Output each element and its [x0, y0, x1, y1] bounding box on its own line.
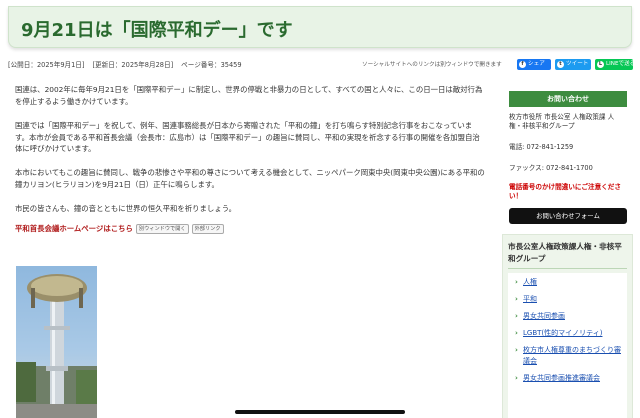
paragraph-citizens-pray: 市民の皆さんも、鐘の音とともに世界の恒久平和を祈りましょう。 [15, 204, 237, 213]
facebook-share-label: シェア [528, 61, 545, 67]
contact-heading: お問い合わせ [509, 91, 627, 107]
line-icon: L [597, 61, 604, 68]
facebook-share-button[interactable]: f シェア [517, 59, 551, 70]
social-link-note: ソーシャルサイトへのリンクは別ウィンドウで開きます [362, 62, 502, 68]
home-indicator[interactable] [235, 410, 405, 414]
carillon-illustration [16, 274, 97, 418]
updated-date: [更新日：2025年8月28日] [92, 61, 174, 69]
group-link-gender-equality[interactable]: 男女共同参画 [515, 311, 623, 322]
contact-box: お問い合わせ 枚方市役所 市長公室 人権政策課 人権・非核平和グループ 電話: … [509, 91, 627, 224]
facebook-icon: f [519, 61, 526, 68]
mayors-for-peace-link-row: 平和首長会議ホームページはこちら 別ウィンドウで開く 外部リンク [15, 223, 224, 235]
group-heading: 市長公室人権政策課人権・非核平和グループ [508, 241, 627, 269]
paragraph-un-peace-day: 国連は、2002年に毎年9月21日を「国際平和デー」に制定し、世界の停戦と非暴力… [15, 85, 483, 106]
contact-form-button[interactable]: お問い合わせフォーム [509, 208, 627, 224]
group-link-peace[interactable]: 平和 [515, 294, 623, 305]
page-title-bar: 9月21日は「国際平和デー」です [8, 6, 632, 48]
new-window-tag: 別ウィンドウで開く [135, 224, 189, 234]
line-share-button[interactable]: L LINEで送る [595, 59, 636, 70]
page-meta: [公開日：2025年9月1日] [更新日：2025年8月28日] ページ番号：354… [8, 59, 636, 73]
group-link-human-rights[interactable]: 人権 [515, 277, 623, 288]
group-link-human-rights-council[interactable]: 枚方市人権尊重のまちづくり審議会 [515, 345, 623, 367]
contact-department: 枚方市役所 市長公室 人権政策課 人権・非核平和グループ [509, 113, 615, 130]
group-link-lgbt[interactable]: LGBT(性的マイノリティ) [515, 328, 623, 339]
contact-telephone[interactable]: 電話: 072-841-1259 [509, 141, 627, 151]
paragraph-city-bell: 本市においてもこの趣旨に賛同し、戦争の悲惨さや平和の尊さについて考える機会として… [15, 168, 485, 189]
twitter-share-label: ツイート [566, 61, 589, 67]
mayors-for-peace-link[interactable]: 平和首長会議ホームページはこちら [15, 224, 133, 233]
twitter-icon: t [557, 61, 564, 68]
group-link-gender-council[interactable]: 男女共同参画推進審議会 [515, 373, 623, 384]
published-date: [公開日：2025年9月1日] [8, 61, 85, 69]
group-navigation: 市長公室人権政策課人権・非核平和グループ 人権 平和 男女共同参画 LGBT(性… [502, 234, 633, 418]
peace-bell-carillon-photo [16, 266, 97, 418]
paragraph-un-events: 国連では「国際平和デー」を祝して、例年、国連事務総長が日本から寄贈された「平和の… [15, 121, 480, 154]
twitter-share-button[interactable]: t ツイート [555, 59, 591, 70]
line-share-label: LINEで送る [606, 61, 636, 67]
contact-warning: 電話番号のかけ間違いにご注意ください！ [509, 183, 621, 200]
page-title: 9月21日は「国際平和デー」です [21, 20, 293, 41]
external-link-tag: 外部リンク [191, 224, 224, 234]
contact-fax: ファックス: 072-841-1700 [509, 164, 593, 172]
group-link-list: 人権 平和 男女共同参画 LGBT(性的マイノリティ) 枚方市人権尊重のまちづく… [508, 273, 627, 418]
page-number: ページ番号：35459 [181, 61, 242, 69]
